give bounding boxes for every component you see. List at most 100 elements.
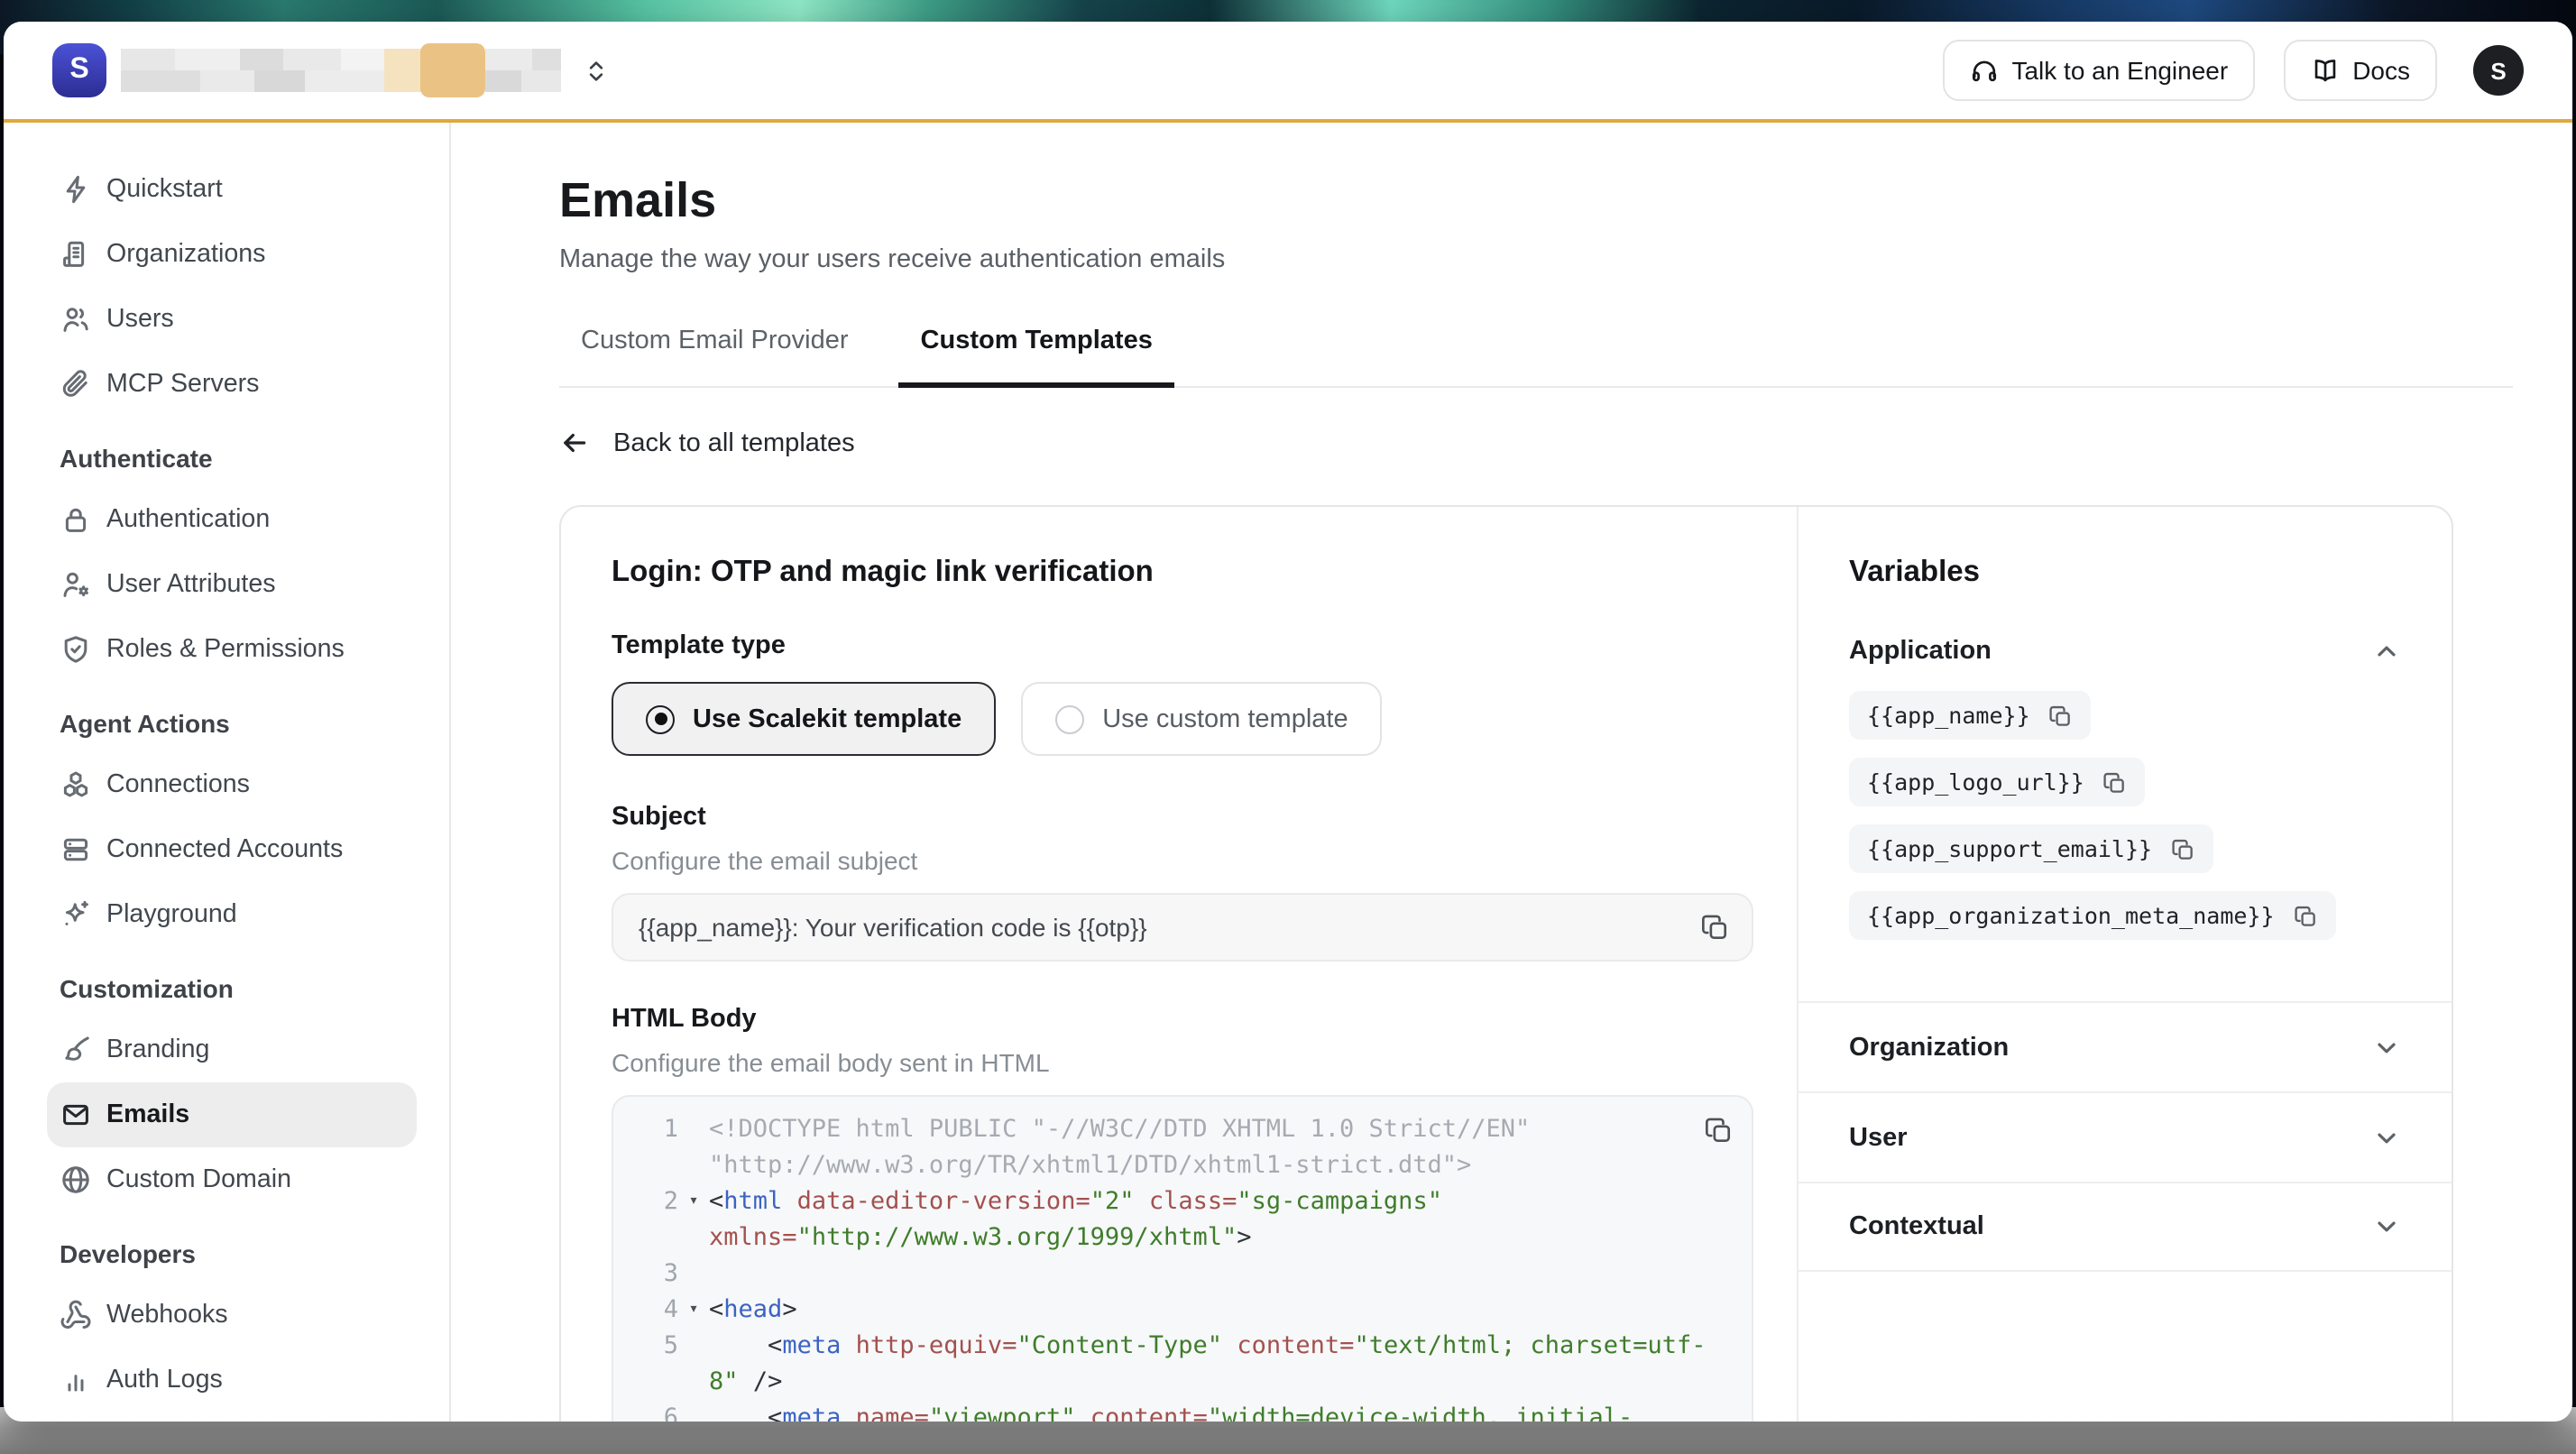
sidebar-section-developers: Developers [4,1232,449,1275]
fold-arrow-icon[interactable]: ▾ [678,1183,709,1219]
accordion-contextual[interactable]: Contextual [1799,1182,2452,1272]
option-use-custom-template[interactable]: Use custom template [1021,682,1382,756]
app-header: S [4,22,2572,123]
copy-code-button[interactable] [1703,1115,1734,1146]
sidebar-item-connections[interactable]: Connections [47,752,417,817]
html-code-editor[interactable]: 1<!DOCTYPE html PUBLIC "-//W3C//DTD XHTM… [612,1095,1753,1422]
variable-chip-app-organization-meta-name[interactable]: {{app_organization_meta_name}} [1849,891,2336,940]
variable-chip-label: {{app_logo_url}} [1867,768,2084,796]
sidebar-item-quickstart[interactable]: Quickstart [47,157,417,222]
radio-unselected-icon [1055,704,1084,733]
code-text[interactable]: <meta http-equiv="Content-Type" content=… [709,1328,1723,1400]
code-line: 6 <meta name="viewport" content="width=d… [631,1400,1752,1422]
sidebar-item-roles-permissions[interactable]: Roles & Permissions [47,617,417,682]
option-label: Use custom template [1102,704,1348,733]
fold-arrow-icon[interactable]: ▾ [678,1292,709,1328]
talk-to-engineer-button[interactable]: Talk to an Engineer [1943,40,2255,101]
code-text[interactable]: <head> [709,1292,1723,1328]
sidebar-item-label: MCP Servers [106,370,260,399]
sidebar-item-label: Auth Logs [106,1366,223,1394]
chevron-down-icon [2372,1212,2401,1241]
sidebar-item-settings[interactable]: Settings [47,1413,417,1422]
variable-chip-label: {{app_organization_meta_name}} [1867,902,2275,929]
accordion-user[interactable]: User [1799,1091,2452,1182]
variables-panel: Variables Application {{app_name}}{{app_… [1799,507,2452,1422]
html-body-description: Configure the email body sent in HTML [612,1044,1753,1081]
template-editor-card: Login: OTP and magic link verification T… [559,505,2453,1422]
variables-title: Variables [1849,554,2401,592]
sidebar-item-label: Users [106,305,174,334]
variable-chip-label: {{app_name}} [1867,702,2030,729]
code-text[interactable]: <html data-editor-version="2" class="sg-… [709,1183,1723,1256]
tab-custom-templates[interactable]: Custom Templates [899,325,1174,388]
sidebar-item-label: Playground [106,900,237,929]
sidebar-item-user-attributes[interactable]: User Attributes [47,552,417,617]
sidebar-item-label: Connections [106,770,250,799]
accordion-organization[interactable]: Organization [1799,1001,2452,1091]
variable-chips: {{app_name}} {{app_logo_url}} {{app_suppor… [1849,691,2401,958]
chevron-down-icon [2372,1033,2401,1062]
sidebar-item-users[interactable]: Users [47,287,417,352]
users-icon [60,303,92,336]
variable-chip-app-name[interactable]: {{app_name}} [1849,691,2092,740]
accordion-label: Contextual [1849,1212,1984,1241]
subject-label: Subject [612,799,1753,835]
copy-icon[interactable] [2102,769,2128,795]
sidebar-section-agent-actions: Agent Actions [4,702,449,745]
sidebar-item-emails[interactable]: Emails [47,1082,417,1147]
chevron-updown-icon [583,57,610,84]
variable-chip-label: {{app_support_email}} [1867,835,2152,862]
sidebar-item-mcp-servers[interactable]: MCP Servers [47,352,417,417]
docs-button[interactable]: Docs [2284,40,2437,101]
headphones-icon [1970,56,1999,85]
sidebar-item-auth-logs[interactable]: Auth Logs [47,1348,417,1413]
page-subtitle: Manage the way your users receive authen… [559,242,2572,278]
sidebar: Quickstart Organizations Users MCP Servers A… [4,123,451,1422]
sidebar-item-connected-accounts[interactable]: Connected Accounts [47,817,417,882]
copy-icon[interactable] [2048,703,2074,728]
accordion-application[interactable]: Application [1849,631,2401,671]
user-gear-icon [60,568,92,601]
chevron-down-icon [2372,1123,2401,1152]
copy-icon[interactable] [2293,903,2318,928]
line-number: 3 [631,1256,678,1292]
docs-label: Docs [2352,56,2410,85]
sidebar-item-label: Organizations [106,240,265,269]
user-avatar[interactable]: S [2473,45,2524,96]
stack-icon [60,833,92,866]
back-to-templates-link[interactable]: Back to all templates [559,428,2572,458]
sidebar-item-label: Authentication [106,505,270,534]
template-form: Login: OTP and magic link verification T… [561,507,1797,1422]
globe-icon [60,1164,92,1196]
app-window: S [4,22,2572,1422]
org-switcher-button[interactable] [583,57,610,84]
sidebar-item-playground[interactable]: Playground [47,882,417,947]
book-icon [2311,56,2340,85]
brush-icon [60,1034,92,1066]
code-text[interactable] [709,1256,1723,1292]
variable-chip-app-logo-url[interactable]: {{app_logo_url}} [1849,758,2146,806]
sidebar-item-branding[interactable]: Branding [47,1017,417,1082]
option-label: Use Scalekit template [693,704,961,733]
option-use-scalekit-template[interactable]: Use Scalekit template [612,682,996,756]
code-text[interactable]: <meta name="viewport" content="width=dev… [709,1400,1723,1422]
variable-chip-app-support-email[interactable]: {{app_support_email}} [1849,824,2213,873]
sidebar-item-label: Connected Accounts [106,835,343,864]
copy-icon[interactable] [2170,836,2195,861]
code-text[interactable]: <!DOCTYPE html PUBLIC "-//W3C//DTD XHTML… [709,1111,1723,1183]
accordion-label: User [1849,1123,1908,1152]
subject-input[interactable]: {{app_name}}: Your verification code is … [612,893,1753,962]
code-line: 2▾<html data-editor-version="2" class="s… [631,1183,1752,1256]
code-line: 4▾<head> [631,1292,1752,1328]
tab-bar: Custom Email Provider Custom Templates [559,325,2513,388]
sidebar-item-webhooks[interactable]: Webhooks [47,1283,417,1348]
tab-custom-email-provider[interactable]: Custom Email Provider [559,325,870,388]
sidebar-item-organizations[interactable]: Organizations [47,222,417,287]
mail-icon [60,1099,92,1131]
line-number: 6 [631,1400,678,1422]
sidebar-item-authentication[interactable]: Authentication [47,487,417,552]
sidebar-item-custom-domain[interactable]: Custom Domain [47,1147,417,1212]
code-line: 3 [631,1256,1752,1292]
template-type-options: Use Scalekit template Use custom template [612,682,1753,756]
copy-subject-button[interactable] [1699,912,1730,943]
